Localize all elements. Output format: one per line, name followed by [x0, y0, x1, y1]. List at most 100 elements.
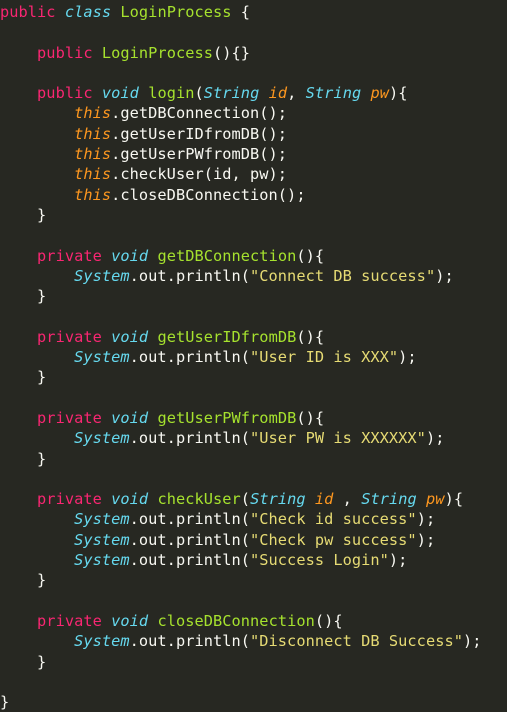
code-token: .closeDBConnection(); [111, 185, 306, 204]
code-token: ); [435, 266, 454, 285]
code-token: ); [416, 510, 436, 529]
code-token: String [250, 490, 306, 509]
code-token: void [101, 84, 139, 103]
code-token: } [0, 205, 47, 224]
code-editor[interactable]: public class LoginProcess { public Login… [0, 0, 507, 712]
code-line: } [0, 449, 507, 469]
code-token: , [333, 490, 362, 509]
code-token: System [74, 530, 130, 549]
code-token: "User PW is XXXXXX" [250, 429, 426, 448]
code-token: private [37, 611, 102, 630]
code-token: ); [388, 551, 408, 570]
code-token: ){ [389, 84, 408, 103]
code-token: ){ [444, 490, 464, 509]
code-line: System.out.println("Connect DB success")… [0, 266, 507, 286]
code-token: , [287, 84, 306, 103]
code-token: LoginProcess [120, 3, 232, 21]
code-token: (){ [314, 611, 343, 630]
code-token: System [74, 551, 130, 570]
code-token: .out.println( [129, 551, 251, 570]
code-token: "Success Login" [250, 551, 389, 570]
code-line: } [0, 367, 507, 387]
code-token: (){ [296, 246, 325, 265]
code-line: this.checkUser(id, pw); [0, 164, 507, 184]
code-token: .checkUser(id, pw); [111, 165, 288, 184]
code-line: } [0, 205, 507, 225]
code-token: class [64, 3, 112, 21]
code-line: public void login(String id, String pw){ [0, 83, 507, 103]
code-token: (){ [296, 408, 325, 427]
code-line: this.getUserPWfromDB(); [0, 144, 507, 164]
code-token: public [37, 43, 93, 62]
code-token: checkUser [157, 490, 241, 509]
code-token: void [111, 490, 149, 509]
code-token: .out.println( [129, 429, 251, 448]
code-token: } [0, 571, 47, 590]
code-line: this.getUserIDfromDB(); [0, 124, 507, 144]
code-token: void [111, 327, 149, 346]
code-token: ( [240, 490, 251, 509]
code-token: private [37, 408, 102, 427]
code-line: } [0, 692, 507, 712]
code-line: } [0, 286, 507, 306]
code-token: ); [462, 632, 482, 651]
code-token: "Connect DB success" [250, 266, 436, 285]
code-token: public [0, 3, 56, 21]
code-line: System.out.println("Disconnect DB Succes… [0, 631, 507, 651]
code-token: } [0, 652, 47, 671]
code-token: this [74, 104, 112, 123]
code-token: } [0, 449, 47, 468]
code-token: String [361, 490, 417, 509]
code-token: System [74, 429, 130, 448]
code-token: .getDBConnection(); [111, 104, 288, 123]
code-token: .out.println( [129, 632, 251, 651]
code-token: getUserIDfromDB [157, 327, 297, 346]
code-token: "Check id success" [250, 510, 417, 529]
code-line: private void getUserIDfromDB(){ [0, 327, 507, 347]
code-token: "Disconnect DB Success" [250, 632, 463, 651]
code-line: private void checkUser(String id , Strin… [0, 489, 507, 509]
code-token: LoginProcess [101, 43, 213, 62]
code-token: private [37, 246, 102, 265]
code-token: .getUserIDfromDB(); [111, 124, 288, 143]
code-token: .out.println( [129, 348, 251, 367]
code-line: System.out.println("User ID is XXX"); [0, 347, 507, 367]
code-token: pw [370, 84, 390, 103]
code-token: void [111, 246, 149, 265]
code-token: String [305, 84, 362, 103]
code-token: .out.println( [129, 266, 251, 285]
code-token: getUserPWfromDB [157, 408, 297, 427]
code-line: System.out.println("Success Login"); [0, 550, 507, 570]
code-token: .getUserPWfromDB(); [111, 145, 288, 164]
code-token: void [111, 611, 149, 630]
code-token: System [74, 348, 130, 367]
code-token: ); [398, 348, 417, 367]
code-line: public LoginProcess(){} [0, 43, 507, 63]
code-token: (){ [296, 327, 325, 346]
